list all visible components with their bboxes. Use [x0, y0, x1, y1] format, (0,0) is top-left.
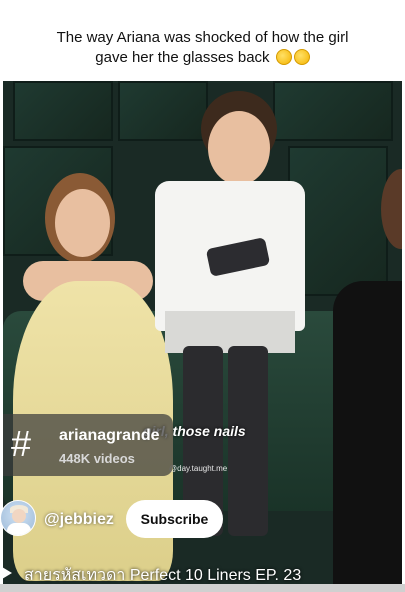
wall-panel: [118, 81, 208, 141]
crying-emoji-icon: [293, 49, 310, 65]
wall-panel: [13, 81, 113, 141]
woman-face: [55, 189, 110, 257]
hashtag-card[interactable]: # arianagrande 448K videos: [3, 414, 173, 476]
caption-line-2: gave her the glasses back: [95, 49, 270, 66]
person-right: [333, 281, 402, 585]
wall-panel: [273, 81, 393, 141]
caption: The way Ariana was shocked of how the gi…: [0, 28, 405, 68]
subscribe-button[interactable]: Subscribe: [126, 500, 223, 538]
girl-legs: [228, 346, 268, 536]
caption-line-1: The way Ariana was shocked of how the gi…: [56, 29, 349, 46]
channel-avatar[interactable]: [0, 500, 36, 536]
video-watermark: @day.taught.me: [169, 464, 228, 473]
hashtag-video-count: 448K videos: [59, 451, 135, 466]
girl-face: [208, 111, 270, 185]
hashtag-name: arianagrande: [59, 427, 160, 444]
hashtag-icon: #: [11, 423, 32, 464]
play-icon[interactable]: [2, 567, 12, 579]
laughing-emoji-icon: [275, 49, 292, 65]
video-title-row[interactable]: สายรหัสเทวดา Perfect 10 Liners EP. 23: [0, 562, 405, 584]
progress-bar[interactable]: [0, 584, 405, 592]
channel-handle[interactable]: @jebbiez: [44, 511, 114, 529]
